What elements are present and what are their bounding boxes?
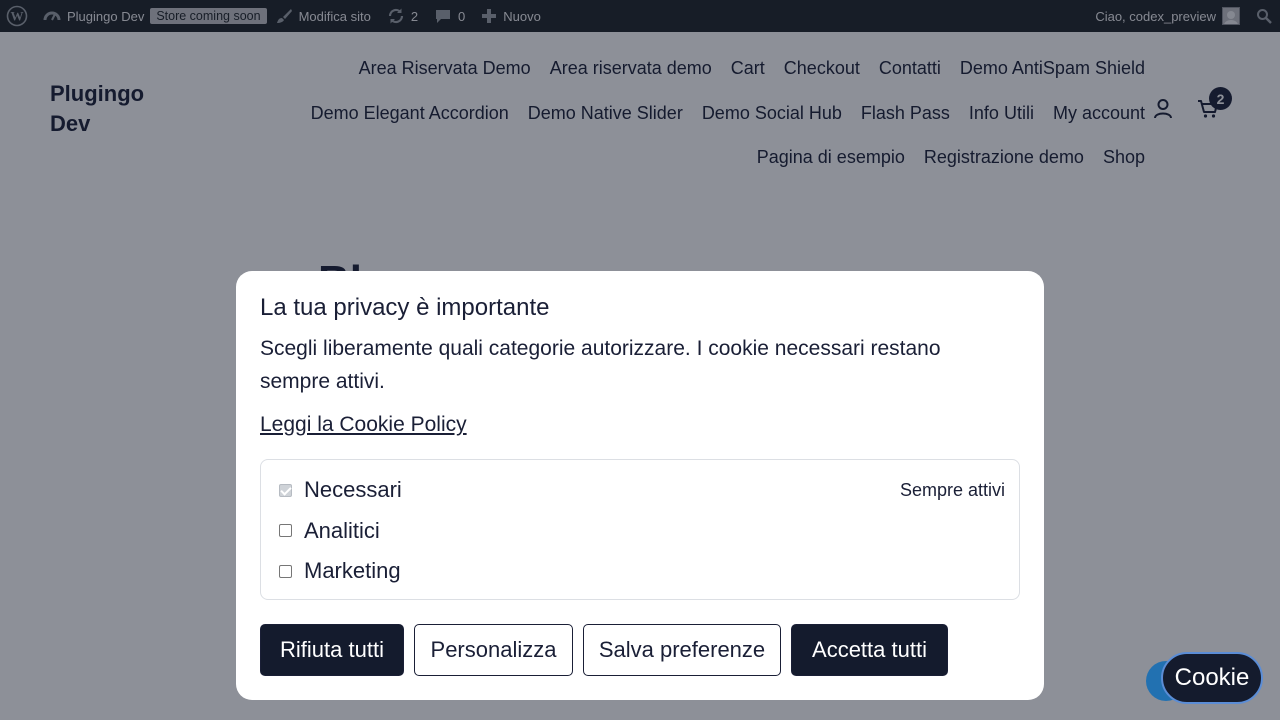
- cookie-policy-link[interactable]: Leggi la Cookie Policy: [260, 411, 467, 439]
- cookie-categories: Necessari Sempre attivi Analitici Market…: [260, 459, 1020, 600]
- always-active-note: Sempre attivi: [899, 479, 1005, 500]
- cookie-consent-modal: La tua privacy è importante Scegli liber…: [236, 271, 1044, 700]
- checkbox-analitici[interactable]: [279, 524, 292, 538]
- category-necessari: Necessari Sempre attivi: [279, 470, 1005, 511]
- category-label[interactable]: Analitici: [304, 518, 380, 544]
- category-label: Necessari: [304, 477, 402, 503]
- category-analitici: Analitici: [279, 511, 1005, 552]
- cookie-settings-button[interactable]: Cookie: [1161, 652, 1263, 704]
- customize-button[interactable]: Personalizza: [414, 624, 573, 676]
- category-label[interactable]: Marketing: [304, 558, 401, 584]
- reject-all-button[interactable]: Rifiuta tutti: [260, 624, 404, 676]
- modal-actions: Rifiuta tutti Personalizza Salva prefere…: [260, 624, 948, 676]
- accept-all-button[interactable]: Accetta tutti: [791, 624, 948, 676]
- save-preferences-button[interactable]: Salva preferenze: [583, 624, 781, 676]
- category-marketing: Marketing: [279, 551, 1005, 592]
- checkbox-necessari: [279, 483, 292, 497]
- checkbox-marketing[interactable]: [279, 564, 292, 578]
- modal-title: La tua privacy è importante: [260, 294, 550, 321]
- modal-description: Scegli liberamente quali categorie autor…: [260, 337, 941, 393]
